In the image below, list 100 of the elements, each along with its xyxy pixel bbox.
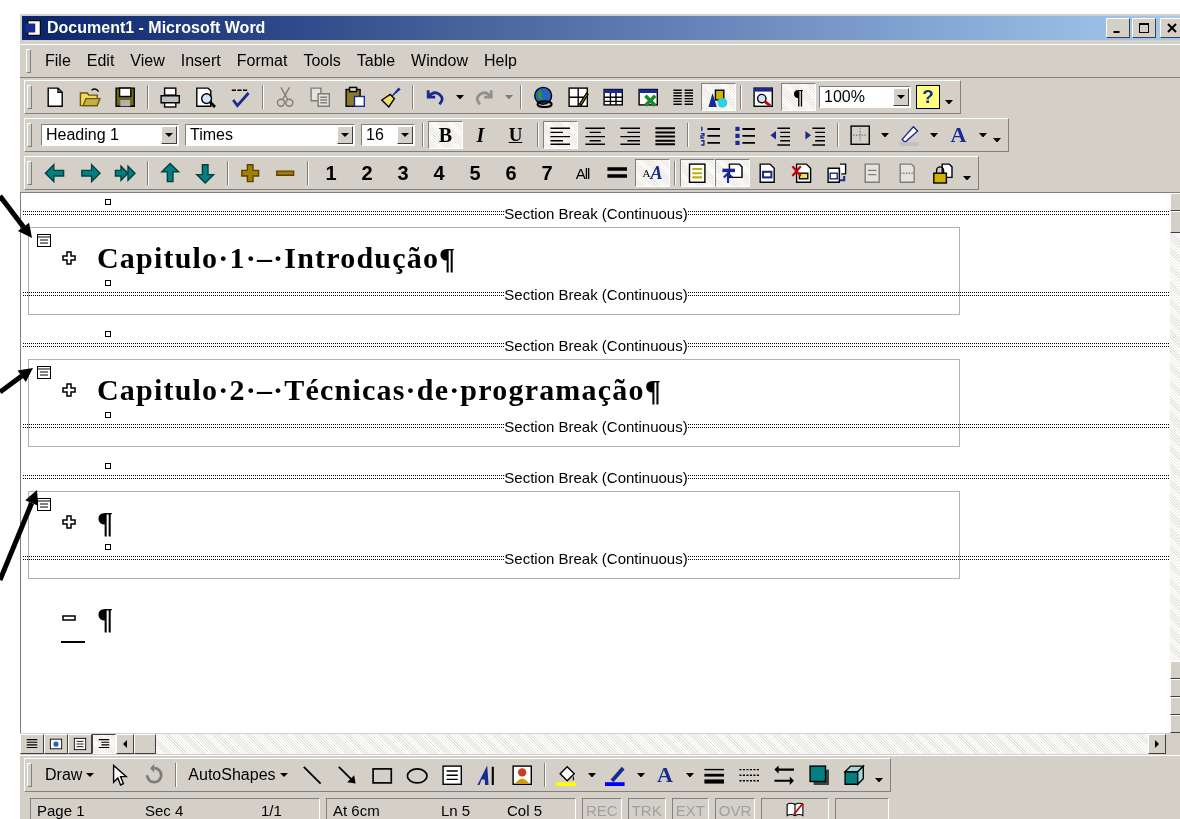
menu-item[interactable]: File	[37, 50, 79, 72]
outline-level-button[interactable]: 5	[457, 159, 493, 187]
arrow-icon[interactable]	[335, 763, 359, 787]
scroll-thumb[interactable]	[134, 734, 156, 754]
clipboard-icon[interactable]	[344, 85, 367, 109]
text-box-icon[interactable]	[440, 763, 464, 787]
toggle-button[interactable]	[715, 159, 750, 187]
paint-bucket-icon[interactable]	[555, 763, 579, 787]
left-arrow-icon[interactable]	[123, 740, 127, 748]
outline-level-button[interactable]: 6	[493, 159, 529, 187]
toolbar-options-icon[interactable]	[945, 99, 953, 105]
right-arrow-icon[interactable]	[1155, 740, 1159, 748]
left-arrow-icon[interactable]	[44, 161, 67, 185]
toolbar-options-icon[interactable]	[874, 777, 883, 783]
clip-art-icon[interactable]	[510, 763, 534, 787]
maximize-button[interactable]	[1132, 18, 1156, 38]
outline-level-button[interactable]: 4	[421, 159, 457, 187]
toggle-button[interactable]	[680, 159, 715, 187]
subdocument-icon[interactable]	[36, 365, 52, 381]
help-button[interactable]: ?	[916, 85, 940, 109]
dropdown-arrow-icon[interactable]	[636, 772, 645, 778]
dropdown-arrow-icon[interactable]	[587, 772, 596, 778]
style-field[interactable]: Heading 1	[41, 124, 179, 146]
plus-icon[interactable]	[61, 514, 77, 530]
all-levels-button[interactable]: All	[565, 159, 600, 187]
document-map-icon[interactable]	[752, 85, 775, 109]
printer-icon[interactable]	[159, 85, 182, 109]
menu-item[interactable]: Tools	[295, 50, 349, 72]
folder-icon[interactable]	[79, 85, 102, 109]
cube-icon[interactable]	[842, 763, 866, 787]
section-mark-icon	[105, 412, 111, 418]
toolbar-grip[interactable]	[26, 49, 31, 73]
outline-level-button[interactable]: 2	[349, 159, 385, 187]
dropdown-arrow-icon[interactable]	[881, 132, 889, 138]
down-arrow-icon[interactable]	[194, 161, 217, 185]
dropdown-arrow-icon[interactable]	[456, 94, 464, 100]
border-icon[interactable]	[849, 123, 872, 147]
dropdown-button[interactable]	[337, 126, 353, 144]
section-mark-icon	[105, 463, 111, 469]
plus-icon[interactable]	[61, 250, 77, 266]
font-field[interactable]: Times	[185, 124, 355, 146]
remove-subdocument-icon[interactable]	[791, 161, 814, 185]
menu-button[interactable]: Draw	[38, 761, 102, 789]
paintbrush-icon[interactable]	[379, 85, 402, 109]
insert-subdocument-icon[interactable]	[826, 161, 849, 185]
dropdown-button[interactable]	[161, 126, 177, 144]
highlighter-icon[interactable]	[898, 123, 921, 147]
horizontal-scrollbar[interactable]	[116, 734, 1166, 754]
toolbar-options-icon[interactable]	[993, 137, 1001, 143]
zoom-field[interactable]: 100%	[819, 86, 911, 108]
underline-button[interactable]: U	[498, 121, 533, 149]
plus-icon[interactable]	[61, 382, 77, 398]
save-icon[interactable]	[114, 85, 137, 109]
formatting-marks-button[interactable]: ¶	[781, 83, 816, 111]
menu-item[interactable]: Insert	[172, 50, 229, 72]
toggle-button[interactable]	[701, 83, 736, 111]
toolbar-grip[interactable]	[27, 161, 32, 185]
up-arrow-icon[interactable]	[159, 161, 182, 185]
shadow-icon[interactable]	[807, 763, 831, 787]
dropdown-arrow-icon[interactable]	[930, 132, 938, 138]
menu-button[interactable]: AutoShapes	[181, 761, 295, 789]
print-preview-icon[interactable]	[194, 85, 217, 109]
line-icon[interactable]	[300, 763, 324, 787]
view-button[interactable]	[92, 734, 116, 754]
subdocument-icon[interactable]	[36, 497, 52, 513]
toolbar-grip[interactable]	[27, 763, 32, 787]
font-color-button[interactable]: A	[647, 761, 683, 789]
italic-button[interactable]: I	[463, 121, 498, 149]
toolbar-options-icon[interactable]	[963, 175, 971, 181]
font-color-button[interactable]: A	[941, 121, 976, 149]
heading-text: ¶	[97, 601, 115, 635]
right-arrow-icon[interactable]	[79, 161, 102, 185]
menu-item[interactable]: Edit	[78, 50, 123, 72]
font-size-field[interactable]: 16	[361, 124, 415, 146]
outline-level-button[interactable]: 7	[529, 159, 565, 187]
menu-item[interactable]: Help	[475, 50, 525, 72]
section-mark-icon	[105, 199, 111, 205]
lock-icon[interactable]	[931, 161, 954, 185]
outline-level-button[interactable]: 3	[385, 159, 421, 187]
toggle-button[interactable]	[543, 121, 578, 149]
globe-icon[interactable]	[532, 85, 555, 109]
toolbar-grip[interactable]	[27, 85, 32, 109]
menu-item[interactable]: Format	[228, 50, 296, 72]
menu-item[interactable]: Window	[403, 50, 476, 72]
close-button[interactable]	[1160, 18, 1180, 38]
dropdown-arrow-icon[interactable]	[685, 772, 694, 778]
book-check-icon[interactable]	[784, 801, 807, 819]
dropdown-button[interactable]	[893, 88, 909, 106]
menu-item[interactable]: View	[122, 50, 173, 72]
toolbar-grip[interactable]	[27, 123, 32, 147]
plus-icon[interactable]	[239, 161, 262, 185]
arrow-style-icon[interactable]	[772, 763, 796, 787]
table-pencil-icon[interactable]	[567, 85, 590, 109]
dropdown-button[interactable]	[397, 126, 413, 144]
dropdown-arrow-icon[interactable]	[979, 132, 987, 138]
outline-level-button[interactable]: 1	[313, 159, 349, 187]
bold-button[interactable]: B	[428, 121, 463, 149]
minimize-button[interactable]	[1106, 18, 1130, 38]
menu-item[interactable]: Table	[348, 50, 404, 72]
subdocument-icon[interactable]	[36, 233, 52, 249]
